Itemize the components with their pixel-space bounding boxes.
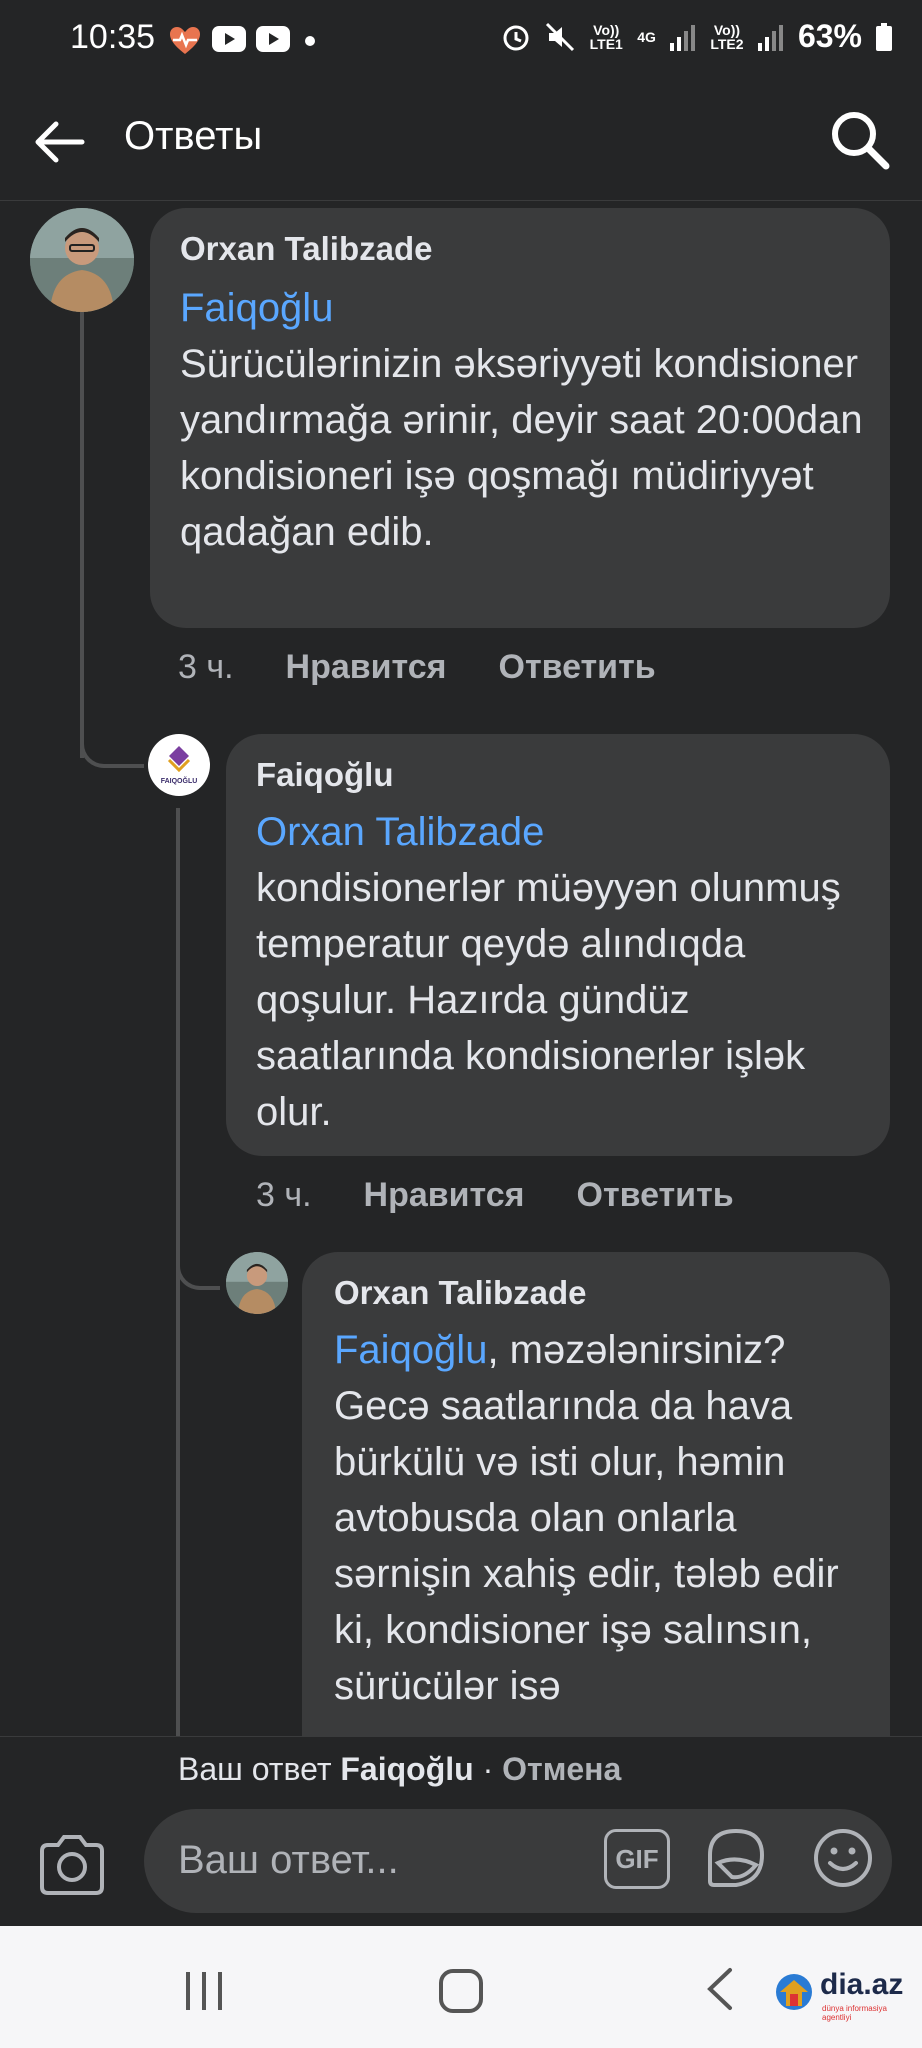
sticker-icon[interactable] xyxy=(704,1825,768,1891)
comment-bubble[interactable]: Orxan Talibzade Faiqoğlu Sürücülərinizin… xyxy=(150,208,890,628)
comment-bubble[interactable]: Faiqoğlu Orxan Talibzade kondisionerlər … xyxy=(226,734,890,1156)
notification-icons xyxy=(168,26,320,56)
watermark-subtitle: dünya informasiya agentliyi xyxy=(822,2004,887,2022)
comment-body: kondisionerlər müəyyən olunmuş temperatu… xyxy=(256,866,841,1134)
home-icon[interactable] xyxy=(436,1966,486,2016)
avatar[interactable] xyxy=(226,1252,288,1314)
comment-mention[interactable]: Orxan Talibzade xyxy=(256,810,544,854)
signal-icon-2 xyxy=(757,24,783,51)
comment-time: 3 ч. xyxy=(178,648,234,686)
thread-connector xyxy=(80,700,144,768)
camera-icon[interactable] xyxy=(36,1833,108,1897)
signal-icon xyxy=(669,24,695,51)
status-time: 10:35 xyxy=(70,18,156,56)
comment-author[interactable]: Orxan Talibzade xyxy=(180,230,432,268)
mute-icon xyxy=(546,22,575,51)
thread-line xyxy=(80,312,84,758)
reply-target-name: Faiqoğlu xyxy=(340,1751,474,1787)
reply-composer: Ваш ответ Faiqoğlu · Отмена GIF xyxy=(0,1736,922,1927)
status-right: Vo)) LTE1 4G Vo)) LTE2 63% xyxy=(501,18,892,55)
sim2-label: Vo)) LTE2 xyxy=(710,21,744,52)
avatar[interactable] xyxy=(30,208,134,312)
reply-input[interactable] xyxy=(176,1829,580,1891)
thread-connector-2 xyxy=(176,1226,220,1290)
recent-apps-icon[interactable] xyxy=(182,1970,228,2012)
watermark: dia.az dünya informasiya agentliyi xyxy=(772,1964,912,2024)
like-button[interactable]: Нравится xyxy=(286,648,447,687)
battery-percent: 63% xyxy=(797,18,862,54)
status-bar: 10:35 Vo)) LTE1 4G Vo)) LTE2 63% xyxy=(0,0,922,84)
comment-actions: 3 ч. Нравится Ответить xyxy=(178,648,656,687)
youtube-icon-2 xyxy=(256,26,290,52)
search-icon[interactable] xyxy=(828,108,892,172)
watermark-text: dia.az xyxy=(820,1968,904,2001)
youtube-icon xyxy=(212,26,246,52)
page-title: Ответы xyxy=(124,114,263,158)
comment-mention[interactable]: Faiqoğlu xyxy=(180,286,333,330)
dia-logo-icon xyxy=(776,1974,812,2010)
faiqoglu-logo-icon: FAIQOĞLU xyxy=(161,746,198,785)
comment-time: 3 ч. xyxy=(256,1176,312,1214)
comment-actions: 3 ч. Нравится Ответить xyxy=(256,1176,734,1215)
comment-mention[interactable]: Faiqoğlu xyxy=(334,1328,487,1372)
like-button[interactable]: Нравится xyxy=(364,1176,525,1215)
avatar[interactable]: FAIQOĞLU xyxy=(148,734,210,796)
avatar-photo-icon xyxy=(226,1252,288,1314)
comment-body: , məzələnirsiniz? Gecə saatlarında da ha… xyxy=(334,1328,839,1708)
reply-button[interactable]: Ответить xyxy=(499,648,656,687)
comment-text: Faiqoğlu Sürücülərinizin əksəriyyəti kon… xyxy=(180,280,870,560)
reply-prefix: Ваш ответ xyxy=(178,1751,332,1787)
avatar-photo-icon xyxy=(30,208,134,312)
gif-button[interactable]: GIF xyxy=(604,1829,670,1889)
health-heart-icon xyxy=(170,27,200,54)
network-label: 4G xyxy=(637,28,656,45)
system-nav-bar: dia.az dünya informasiya agentliyi xyxy=(0,1926,922,2048)
comment-author[interactable]: Orxan Talibzade xyxy=(334,1274,586,1312)
sim1-label: Vo)) LTE1 xyxy=(589,21,623,52)
comment-bubble[interactable]: Orxan Talibzade Faiqoğlu, məzələnirsiniz… xyxy=(302,1252,890,1772)
reply-input-container: GIF xyxy=(144,1809,892,1913)
alarm-icon xyxy=(503,25,529,50)
comment-text: Faiqoğlu, məzələnirsiniz? Gecə saatların… xyxy=(334,1322,874,1714)
reply-target-line: Ваш ответ Faiqoğlu · Отмена xyxy=(178,1751,621,1788)
battery-icon xyxy=(876,22,892,51)
nav-back-icon[interactable] xyxy=(700,1964,740,2014)
comment-text: Orxan Talibzade kondisionerlər müəyyən o… xyxy=(256,804,866,1140)
emoji-icon[interactable] xyxy=(812,1827,874,1889)
app-header: Ответы xyxy=(0,84,922,201)
comment-author[interactable]: Faiqoğlu xyxy=(256,756,393,794)
cancel-reply-button[interactable]: Отмена xyxy=(502,1751,621,1787)
dot-icon xyxy=(305,36,315,46)
reply-button[interactable]: Ответить xyxy=(577,1176,734,1215)
logo-text: FAIQOĞLU xyxy=(161,776,198,785)
reply-separator: · xyxy=(473,1751,503,1787)
back-arrow-icon[interactable] xyxy=(30,112,90,172)
comment-body: Sürücülərinizin əksəriyyəti kondisioner … xyxy=(180,342,863,554)
